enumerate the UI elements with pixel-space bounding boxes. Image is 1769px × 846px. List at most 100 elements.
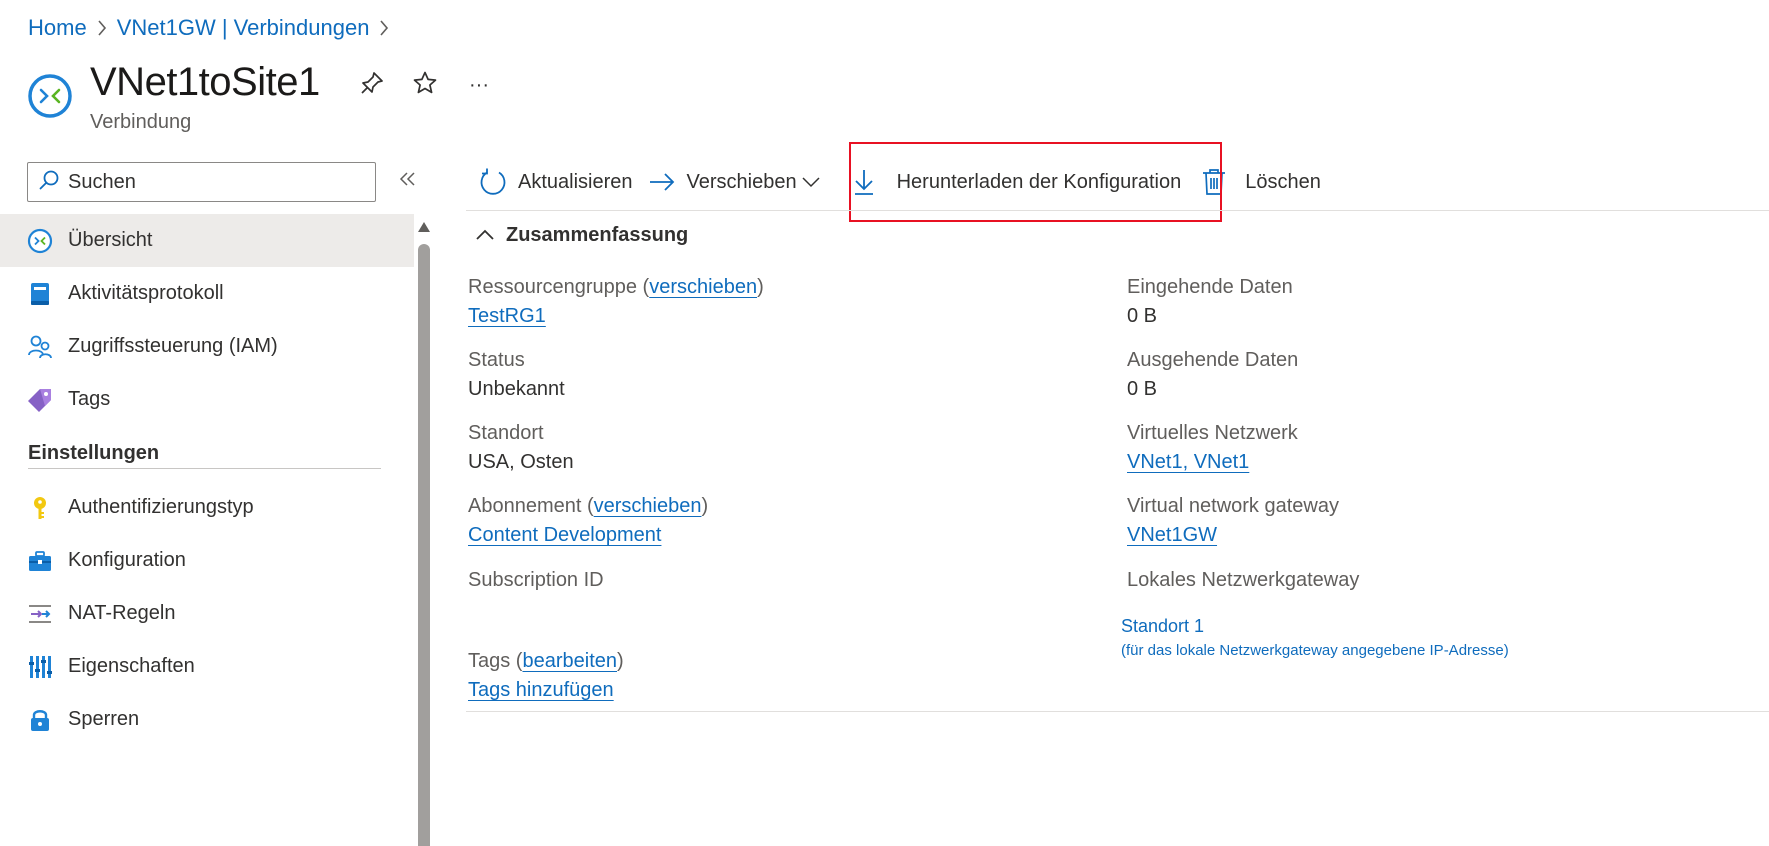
- sidebar-item-label: Sperren: [68, 708, 140, 730]
- virtual-network-gateway-link[interactable]: VNet1GW: [1127, 524, 1217, 546]
- virtual-network-link[interactable]: VNet1, VNet1: [1127, 451, 1249, 473]
- tags-edit-link[interactable]: bearbeiten: [522, 650, 617, 672]
- subscription-label: Abonnement: [468, 495, 582, 517]
- nat-rules-icon: [27, 601, 53, 627]
- refresh-label: Aktualisieren: [518, 170, 633, 193]
- location-label: Standort: [468, 422, 544, 444]
- virtual-network-gateway-label: Virtual network gateway: [1127, 495, 1339, 517]
- delete-label: Löschen: [1245, 170, 1321, 193]
- data-out-value: 0 B: [1127, 378, 1158, 400]
- more-options-button[interactable]: ···: [464, 70, 494, 100]
- key-icon: [27, 495, 53, 521]
- sidebar-item-label: Eigenschaften: [68, 655, 195, 677]
- delete-button[interactable]: Löschen: [1199, 160, 1321, 204]
- sidebar-item-label: Tags: [68, 388, 111, 410]
- breadcrumb-gateway-link[interactable]: VNet1GW | Verbindungen: [117, 15, 370, 41]
- data-in-label: Eingehende Daten: [1127, 276, 1293, 298]
- local-network-gateway-label: Lokales Netzwerkgateway: [1127, 569, 1360, 591]
- move-label: Verschieben: [686, 170, 797, 193]
- chevron-up-icon: [474, 224, 496, 246]
- activity-log-icon: [27, 281, 53, 307]
- essentials-toggle[interactable]: Zusammenfassung: [474, 222, 688, 248]
- resource-group-label: Ressourcengruppe: [468, 276, 637, 298]
- search-icon: [38, 169, 60, 196]
- download-label: Herunterladen der Konfiguration: [896, 170, 1182, 193]
- download-configuration-button[interactable]: Herunterladen der Konfiguration: [849, 160, 1182, 204]
- favorite-button[interactable]: [410, 70, 440, 100]
- sidebar-item-label: Aktivitätsprotokoll: [68, 282, 224, 304]
- subscription-move-link[interactable]: verschieben: [594, 495, 702, 517]
- resource-group-link[interactable]: TestRG1: [468, 305, 546, 327]
- local-network-gateway-link[interactable]: Standort 1: [1121, 616, 1204, 637]
- sidebar-item-authentication-type[interactable]: Authentifizierungstyp: [0, 481, 414, 534]
- lock-icon: [27, 707, 53, 733]
- double-chevron-left-icon: [399, 170, 417, 193]
- chevron-down-icon: [801, 175, 821, 189]
- sidebar-item-label: NAT-Regeln: [68, 602, 176, 624]
- connection-icon: [27, 228, 53, 254]
- local-network-gateway-field: Lokales Netzwerkgateway: [1127, 566, 1359, 594]
- status-value: Unbekannt: [468, 378, 565, 400]
- sidebar-item-activity-log[interactable]: Aktivitätsprotokoll: [0, 267, 414, 320]
- chevron-right-icon: [87, 13, 117, 43]
- sidebar-scrollbar[interactable]: [414, 214, 434, 846]
- properties-icon: [27, 654, 53, 680]
- breadcrumb-home-link[interactable]: Home: [28, 15, 87, 41]
- add-tags-link[interactable]: Tags hinzufügen: [468, 679, 614, 701]
- refresh-button[interactable]: Aktualisieren: [478, 160, 633, 204]
- download-icon: [849, 167, 879, 197]
- sidebar-item-label: Zugriffssteuerung (IAM): [68, 335, 278, 357]
- sidebar-search[interactable]: [27, 162, 376, 202]
- trash-icon: [1199, 167, 1229, 197]
- refresh-icon: [478, 167, 508, 197]
- essentials-title: Zusammenfassung: [506, 223, 689, 246]
- location-value: USA, Osten: [468, 451, 574, 473]
- sidebar-item-locks[interactable]: Sperren: [0, 693, 414, 746]
- toolbox-icon: [27, 548, 53, 574]
- sidebar-item-nat-rules[interactable]: NAT-Regeln: [0, 587, 414, 640]
- tag-icon: [27, 387, 53, 413]
- virtual-network-label: Virtuelles Netzwerk: [1127, 422, 1298, 444]
- subscription-id-field: Subscription ID: [468, 566, 604, 594]
- data-out-label: Ausgehende Daten: [1127, 349, 1299, 371]
- sidebar-section-title: Einstellungen: [28, 441, 160, 464]
- tags-field: Tags (bearbeiten) Tags hinzufügen: [468, 650, 624, 701]
- subscription-link[interactable]: Content Development: [468, 524, 661, 546]
- data-out-field: Ausgehende Daten 0 B: [1127, 346, 1298, 404]
- people-icon: [27, 334, 53, 360]
- sidebar-divider: [28, 468, 381, 469]
- status-label: Status: [468, 349, 525, 371]
- sidebar-item-configuration[interactable]: Konfiguration: [0, 534, 414, 587]
- scroll-up-arrow-icon[interactable]: [418, 222, 430, 232]
- toolbar-divider: [466, 210, 1769, 211]
- page-title: VNet1toSite1: [90, 60, 320, 104]
- local-network-gateway-note: (für das lokale Netzwerkgateway angegebe…: [1121, 642, 1509, 659]
- subscription-field: Abonnement (verschieben) Content Develop…: [468, 495, 709, 546]
- sidebar-item-overview[interactable]: Übersicht: [0, 214, 414, 267]
- data-in-value: 0 B: [1127, 305, 1158, 327]
- sidebar-item-tags[interactable]: Tags: [0, 373, 414, 426]
- star-icon: [412, 70, 438, 101]
- sidebar-nav: Übersicht Aktivitätsprotokoll Zugriffsst…: [0, 214, 414, 746]
- tags-label: Tags: [468, 650, 511, 672]
- essentials-bottom-divider: [466, 711, 1769, 712]
- sidebar-item-access-control[interactable]: Zugriffssteuerung (IAM): [0, 320, 414, 373]
- breadcrumb: Home VNet1GW | Verbindungen: [28, 12, 399, 44]
- sidebar-item-properties[interactable]: Eigenschaften: [0, 640, 414, 693]
- status-field: Status Unbekannt: [468, 346, 565, 404]
- chevron-right-icon: [369, 13, 399, 43]
- pin-button[interactable]: [357, 70, 387, 100]
- sidebar-item-label: Konfiguration: [68, 549, 186, 571]
- resource-group-move-link[interactable]: verschieben: [649, 276, 757, 298]
- virtual-network-field: Virtuelles Netzwerk VNet1, VNet1: [1127, 419, 1298, 477]
- command-bar: Aktualisieren Verschieben Herunterladen …: [466, 160, 1321, 204]
- arrow-right-icon: [647, 167, 677, 197]
- location-field: Standort USA, Osten: [468, 419, 574, 477]
- collapse-sidebar-button[interactable]: [394, 166, 422, 196]
- pin-icon: [359, 70, 385, 101]
- subscription-id-label: Subscription ID: [468, 569, 604, 591]
- scrollbar-thumb[interactable]: [418, 244, 430, 846]
- move-button[interactable]: Verschieben: [647, 160, 821, 204]
- sidebar-item-label: Übersicht: [68, 229, 153, 251]
- search-input[interactable]: [68, 170, 358, 194]
